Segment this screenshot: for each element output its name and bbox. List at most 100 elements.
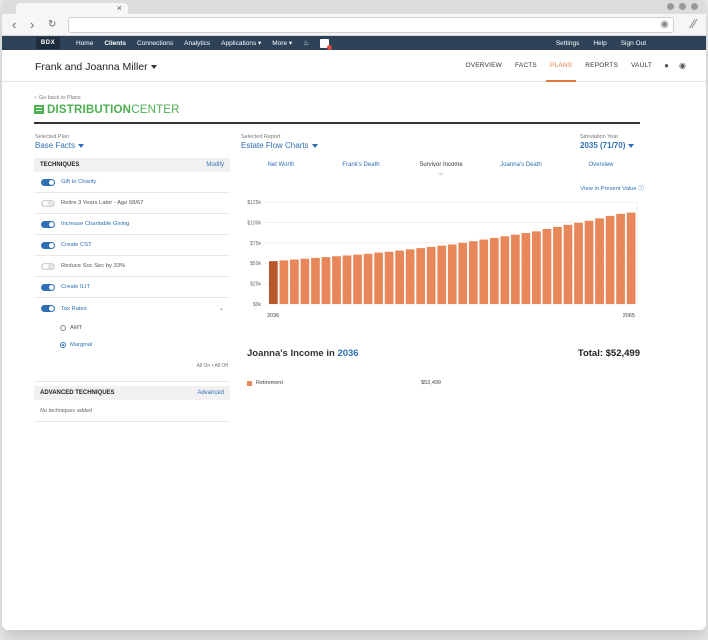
nav-link-settings[interactable]: Settings bbox=[556, 40, 580, 47]
tab-plans[interactable]: PLANS bbox=[545, 50, 577, 82]
tab-close-icon[interactable]: × bbox=[117, 3, 122, 14]
tab-facts[interactable]: FACTS bbox=[515, 50, 537, 82]
technique-label: Gift to Charity bbox=[61, 179, 97, 185]
arrow-left-icon[interactable]: ‹ bbox=[12, 17, 16, 33]
advanced-link[interactable]: Advanced bbox=[197, 390, 224, 396]
chart-bar bbox=[384, 251, 394, 304]
browser-toolbar: ‹ › ↻ ◉ ∕∕ bbox=[2, 14, 706, 36]
survivor-income-chart: $125k $100k $75k $50k $25k $0k 2036 2065 bbox=[241, 194, 641, 326]
chart-bar bbox=[374, 252, 383, 304]
arrow-right-icon[interactable]: › bbox=[30, 17, 34, 33]
techniques-header: TECHNIQUES Modify bbox=[34, 158, 230, 172]
toggle-switch[interactable] bbox=[41, 178, 55, 186]
chart-bar bbox=[500, 236, 510, 304]
title-divider bbox=[34, 122, 640, 124]
report-tab-franks-death[interactable]: Frank's Death bbox=[321, 157, 401, 173]
browser-tabstrip: × bbox=[2, 0, 706, 14]
technique-tax-rates[interactable]: Tax Rates ⌄ bbox=[34, 298, 230, 319]
radio-button[interactable] bbox=[60, 324, 66, 331]
report-tab-survivor-income[interactable]: Survivor Income bbox=[401, 157, 481, 176]
chart-svg: $125k $100k $75k $50k $25k $0k 2036 2065 bbox=[247, 200, 638, 319]
legend-swatch bbox=[247, 380, 252, 386]
technique-increase-charitable-giving[interactable]: Increase Charitable Giving bbox=[34, 214, 230, 235]
caret-down-icon bbox=[150, 65, 157, 70]
window-dot[interactable] bbox=[691, 3, 698, 10]
toggle-switch[interactable] bbox=[41, 241, 55, 249]
caret-down-icon bbox=[78, 143, 85, 148]
client-name-dropdown[interactable]: Frank and Joanna Miller bbox=[35, 61, 157, 73]
nav-link-applications[interactable]: Applications ▾ bbox=[221, 39, 261, 47]
chart-bar bbox=[353, 254, 362, 304]
menu-icon[interactable]: ∕∕ bbox=[692, 16, 696, 31]
chart-bar bbox=[405, 249, 415, 304]
brand-logo[interactable]: BDX bbox=[36, 37, 60, 49]
notification-dot bbox=[327, 44, 333, 50]
technique-gift-to-charity[interactable]: Gift to Charity bbox=[34, 172, 230, 193]
nav-link-connections[interactable]: Connections bbox=[137, 40, 173, 47]
chart-bar bbox=[563, 224, 573, 304]
chevron-down-icon[interactable]: ⌄ bbox=[219, 305, 224, 312]
window-dot[interactable] bbox=[679, 3, 686, 10]
reload-icon[interactable]: ↻ bbox=[48, 17, 56, 33]
selected-report-dropdown[interactable]: Estate Flow Charts bbox=[241, 141, 318, 150]
technique-reduce-soc-sec[interactable]: Reduce Soc Sec by 33% bbox=[34, 256, 230, 277]
browser-tab[interactable]: × bbox=[16, 3, 128, 14]
chart-bar bbox=[553, 226, 562, 304]
chart-bar bbox=[363, 253, 373, 304]
income-title: Joanna's Income in 2036 bbox=[247, 348, 359, 359]
chart-bar bbox=[311, 257, 320, 304]
nav-link-signout[interactable]: Sign Out bbox=[621, 40, 646, 47]
radio-label: AMT bbox=[70, 324, 83, 331]
nav-link-more[interactable]: More ▾ bbox=[272, 39, 292, 47]
chart-bar bbox=[437, 245, 447, 304]
radio-marginal[interactable]: Marginal bbox=[34, 336, 230, 353]
nav-link-clients[interactable]: Clients bbox=[104, 40, 126, 47]
report-tab-joannas-death[interactable]: Joanna's Death bbox=[481, 157, 561, 173]
report-tab-overview[interactable]: Overview bbox=[561, 157, 641, 173]
chart-bar bbox=[584, 220, 594, 304]
user-icon[interactable]: ● bbox=[664, 61, 669, 70]
tab-vault[interactable]: VAULT bbox=[631, 50, 652, 82]
back-to-plans-link[interactable]: ○ Go back to Plans bbox=[34, 95, 81, 101]
chart-bar bbox=[489, 237, 499, 304]
simulation-year-dropdown[interactable]: 2035 (71/70) bbox=[580, 141, 635, 150]
nav-link-analytics[interactable]: Analytics bbox=[184, 40, 210, 47]
all-on-off-toggle[interactable]: All On • All Off bbox=[34, 353, 230, 382]
toggle-switch[interactable] bbox=[41, 262, 55, 270]
radio-button[interactable] bbox=[60, 341, 66, 348]
tab-reports[interactable]: REPORTS bbox=[585, 50, 618, 82]
y-tick-label: $25k bbox=[250, 282, 261, 288]
window-dot[interactable] bbox=[667, 3, 674, 10]
technique-label: Increase Charitable Giving bbox=[61, 221, 130, 227]
present-value-link[interactable]: View in Present Value ⓘ bbox=[580, 183, 644, 192]
advanced-header: ADVANCED TECHNIQUES Advanced bbox=[34, 386, 230, 400]
toggle-switch[interactable] bbox=[41, 305, 55, 312]
nav-links: Home Clients Connections Analytics Appli… bbox=[76, 36, 340, 50]
toggle-switch[interactable] bbox=[41, 283, 55, 291]
x-tick-label: 2036 bbox=[267, 313, 279, 319]
tab-overview[interactable]: OVERVIEW bbox=[465, 50, 502, 82]
globe-icon[interactable]: ◉ bbox=[679, 61, 686, 70]
address-bar[interactable]: ◉ bbox=[68, 17, 674, 33]
technique-retire-later[interactable]: Retire 3 Years Later - Age 68/67 bbox=[34, 193, 230, 214]
technique-create-ilit[interactable]: Create ILIT bbox=[34, 277, 230, 298]
toggle-switch[interactable] bbox=[41, 220, 55, 228]
nav-link-help[interactable]: Help bbox=[593, 40, 606, 47]
chart-bar bbox=[342, 255, 352, 304]
report-tab-net-worth[interactable]: Net Worth bbox=[241, 157, 321, 173]
window-controls bbox=[667, 3, 698, 10]
page-title-bold: DISTRIBUTION bbox=[47, 104, 132, 116]
modify-link[interactable]: Modify bbox=[206, 162, 224, 168]
chart-bar bbox=[321, 257, 331, 304]
simulation-year-label: Simulation Year bbox=[580, 134, 619, 140]
client-name: Frank and Joanna Miller bbox=[35, 61, 148, 73]
technique-create-cst[interactable]: Create CST bbox=[34, 235, 230, 256]
bell-icon[interactable]: ♨ bbox=[303, 39, 309, 47]
y-tick-label: $100k bbox=[247, 220, 261, 226]
toggle-switch[interactable] bbox=[41, 199, 55, 207]
nav-link-home[interactable]: Home bbox=[76, 40, 93, 47]
selected-plan-dropdown[interactable]: Base Facts bbox=[35, 141, 85, 150]
calendar-badge-icon[interactable] bbox=[320, 38, 333, 50]
radio-amt[interactable]: AMT bbox=[34, 319, 230, 336]
caret-down-icon bbox=[628, 143, 635, 148]
